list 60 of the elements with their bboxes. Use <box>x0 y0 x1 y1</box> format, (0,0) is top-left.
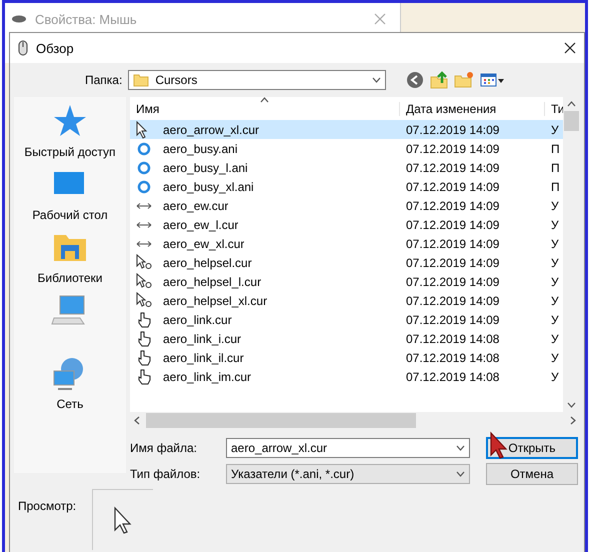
hand-cursor-icon <box>136 330 152 348</box>
chevron-down-icon <box>456 445 465 451</box>
file-row[interactable]: aero_busy.ani 07.12.2019 14:09 П <box>130 139 563 158</box>
arrow-help-icon <box>136 254 152 272</box>
file-row[interactable]: aero_link_im.cur 07.12.2019 14:08 У <box>130 367 563 386</box>
scroll-thumb[interactable] <box>564 111 579 131</box>
column-header[interactable]: Дата изменения <box>400 102 545 116</box>
place-item[interactable]: Сеть <box>50 355 90 418</box>
cancel-button[interactable]: Отмена <box>486 463 578 485</box>
file-row[interactable]: aero_busy_l.ani 07.12.2019 14:09 П <box>130 158 563 177</box>
preview-label: Просмотр: <box>18 499 76 515</box>
back-icon[interactable] <box>406 71 424 89</box>
file-row[interactable]: aero_ew_xl.cur 07.12.2019 14:09 У <box>130 234 563 253</box>
hand-cursor-icon <box>136 310 152 328</box>
arrow-help-icon <box>136 272 152 290</box>
close-icon[interactable] <box>564 42 576 54</box>
view-menu-icon[interactable] <box>480 72 506 88</box>
chevron-right-icon[interactable] <box>570 416 576 425</box>
folder-up-icon[interactable] <box>430 71 448 89</box>
place-item[interactable]: Быстрый доступ <box>24 103 116 166</box>
folder-icon <box>133 72 150 88</box>
double-arrow-icon <box>136 202 152 210</box>
window-title: Свойства: Мышь <box>35 12 137 26</box>
file-row[interactable]: aero_helpsel_xl.cur 07.12.2019 14:09 У <box>130 291 563 310</box>
window-title: Обзор <box>36 40 74 56</box>
chevron-down-icon <box>372 77 382 83</box>
double-arrow-icon <box>136 240 152 248</box>
field-label: Имя файла: <box>130 441 198 455</box>
file-type-dropdown[interactable]: Указатели (*.ani, *.cur) <box>226 464 470 484</box>
mouse-icon <box>18 40 28 56</box>
column-header[interactable]: Имя <box>130 102 400 116</box>
file-row[interactable]: aero_link.cur 07.12.2019 14:09 У <box>130 310 563 329</box>
scroll-thumb[interactable] <box>146 413 416 428</box>
place-item[interactable]: Рабочий стол <box>32 166 108 229</box>
hand-cursor-icon <box>136 348 152 366</box>
chevron-left-icon[interactable] <box>134 416 140 425</box>
file-row[interactable]: aero_arrow_xl.cur 07.12.2019 14:09 У <box>130 120 563 139</box>
chevron-down-icon[interactable] <box>567 402 576 408</box>
file-row[interactable]: aero_helpsel_l.cur 07.12.2019 14:09 У <box>130 272 563 291</box>
place-item[interactable]: Библиотеки <box>37 229 102 292</box>
sort-up-icon <box>260 97 269 103</box>
file-row[interactable]: aero_link_il.cur 07.12.2019 14:08 У <box>130 348 563 367</box>
chevron-down-icon <box>456 471 465 477</box>
new-folder-icon[interactable] <box>454 71 474 89</box>
open-button[interactable]: Открыть <box>486 437 578 459</box>
folder-label: Папка: <box>85 73 122 87</box>
double-arrow-icon <box>136 220 152 228</box>
file-row[interactable]: aero_link_i.cur 07.12.2019 14:08 У <box>130 329 563 348</box>
field-label: Тип файлов: <box>130 467 202 481</box>
arrow-help-icon <box>136 292 152 310</box>
file-row[interactable]: aero_ew.cur 07.12.2019 14:09 У <box>130 196 563 215</box>
folder-dropdown[interactable]: Cursors <box>128 70 386 90</box>
file-row[interactable]: aero_ew_l.cur 07.12.2019 14:09 У <box>130 215 563 234</box>
file-row[interactable]: aero_busy_xl.ani 07.12.2019 14:09 П <box>130 177 563 196</box>
arrow-cursor-icon <box>113 506 134 534</box>
chevron-up-icon[interactable] <box>567 101 576 107</box>
hand-cursor-icon <box>136 368 152 386</box>
file-name-field[interactable]: aero_arrow_xl.cur <box>226 438 470 458</box>
mouse-icon <box>11 14 27 24</box>
file-row[interactable]: aero_helpsel.cur 07.12.2019 14:09 У <box>130 253 563 272</box>
